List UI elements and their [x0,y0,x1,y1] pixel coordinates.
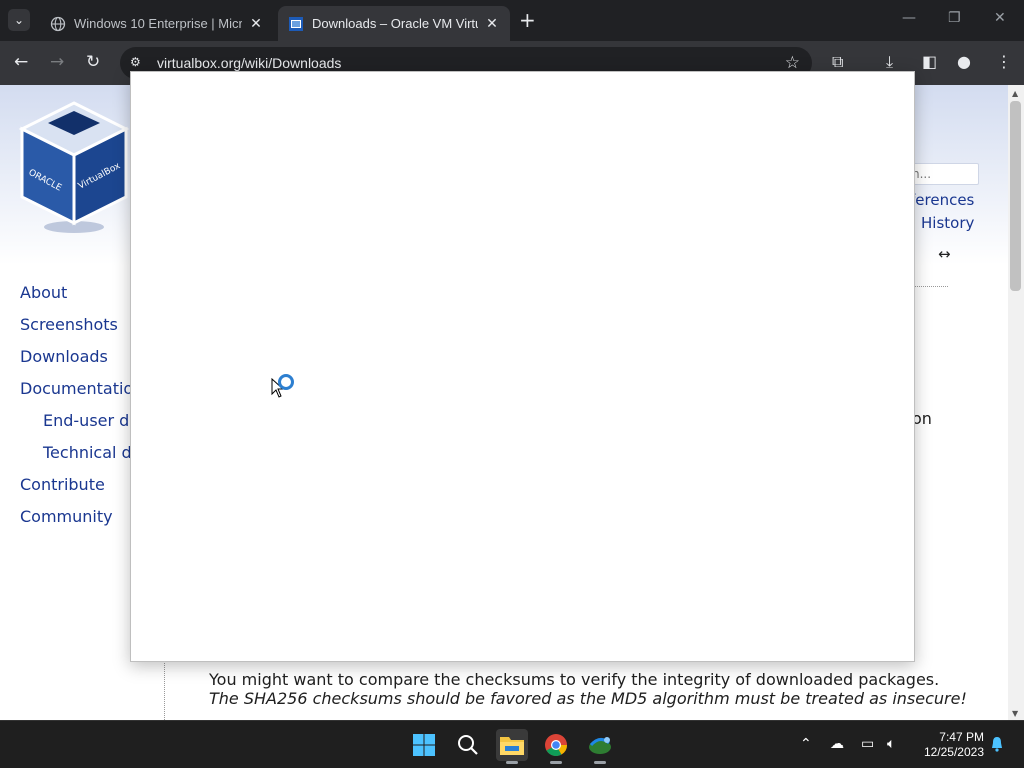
scroll-up-icon[interactable]: ▲ [1012,89,1018,98]
sidebar-item-documentation[interactable]: Documentatio [20,379,133,411]
show-hidden-icons-icon[interactable]: ⌃ [800,736,812,752]
close-window-icon[interactable]: ✕ [994,10,1006,26]
side-panel-icon[interactable]: ◧ [922,53,937,71]
tab-downloads[interactable]: Downloads – Oracle VM Virtual ✕ [278,6,510,41]
bookmark-star-icon[interactable]: ☆ [785,53,800,73]
virtualbox-favicon-icon [288,16,304,32]
sidebar-nav: About Screenshots Downloads Documentatio… [20,283,133,539]
tab-title: Windows 10 Enterprise | Micros [74,16,242,31]
chrome-button[interactable] [540,729,572,764]
close-tab-icon[interactable]: ✕ [484,15,500,32]
folder-icon [500,737,524,755]
preferences-link[interactable]: ferences [910,191,974,209]
clock-time: 7:47 PM [939,730,984,744]
notification-bell-icon[interactable] [990,736,1004,756]
search-button[interactable] [452,729,484,761]
new-tab-icon[interactable]: + [519,9,536,31]
history-link[interactable]: History [921,214,974,232]
tab-search-button[interactable]: ⌄ [8,9,30,31]
volume-icon[interactable]: 🔈︎ [887,736,895,752]
onedrive-icon[interactable]: ☁ [830,736,844,752]
divider [912,286,948,287]
chrome-icon [545,734,567,756]
tab-bar: ⌄ Windows 10 Enterprise | Micros ✕ Downl… [0,0,1024,41]
site-settings-icon[interactable]: ⚙ [130,55,144,69]
active-indicator [506,761,518,764]
virtualbox-setup-button[interactable] [584,729,616,764]
sidebar-item-community[interactable]: Community [20,507,133,539]
sidebar-item-technical-docs[interactable]: Technical d [20,443,133,475]
scroll-down-icon[interactable]: ▼ [1012,709,1018,718]
scroll-thumb[interactable] [1010,101,1021,291]
sidebar-item-about[interactable]: About [20,283,133,315]
search-input[interactable]: h... [905,163,979,185]
sidebar-item-contribute[interactable]: Contribute [20,475,133,507]
profile-icon[interactable]: ● [957,53,971,71]
system-clock[interactable]: 7:47 PM 12/25/2023 [912,730,984,760]
installer-icon [589,737,611,754]
start-button[interactable] [408,729,440,761]
clock-date: 12/25/2023 [923,745,984,759]
taskbar: ⌃ ☁ ▭ 🔈︎ 7:47 PM 12/25/2023 [0,720,1024,768]
extensions-icon[interactable]: ⧉ [832,53,843,71]
globe-icon [50,16,66,32]
tab-title: Downloads – Oracle VM Virtual [312,16,478,31]
windows-logo-icon [413,734,435,756]
close-tab-icon[interactable]: ✕ [248,15,264,32]
url-text[interactable]: virtualbox.org/wiki/Downloads [157,55,341,71]
download-icon[interactable]: ⤓ [886,53,893,71]
file-explorer-button[interactable] [496,729,528,764]
page-scrollbar[interactable]: ▲ ▼ [1008,85,1024,720]
forward-arrow-icon[interactable]: → [50,53,64,71]
checksum-warning: The SHA256 checksums should be favored a… [209,689,967,708]
expand-width-icon[interactable]: ↔ [938,245,951,263]
loading-spinner-icon [278,374,294,390]
sidebar-item-downloads[interactable]: Downloads [20,347,133,379]
virtualbox-logo[interactable]: ORACLE VirtualBox [18,99,130,234]
popup-window[interactable] [130,71,915,662]
tab-windows10[interactable]: Windows 10 Enterprise | Micros ✕ [40,6,274,41]
checksum-text: You might want to compare the checksums … [209,670,940,689]
running-indicator [550,761,562,764]
checksum-paragraph: You might want to compare the checksums … [209,670,969,708]
menu-icon[interactable]: ⋮ [996,53,1012,71]
content-divider [164,660,165,720]
network-icon[interactable]: ▭ [861,736,874,752]
sidebar-item-end-user-docs[interactable]: End-user d [20,411,133,443]
running-indicator [594,761,606,764]
restore-icon[interactable]: ❐ [948,10,961,26]
search-icon [458,735,478,755]
reload-icon[interactable]: ↻ [86,53,100,71]
minimize-icon[interactable]: — [902,10,916,26]
back-arrow-icon[interactable]: ← [14,53,28,71]
sidebar-item-screenshots[interactable]: Screenshots [20,315,133,347]
